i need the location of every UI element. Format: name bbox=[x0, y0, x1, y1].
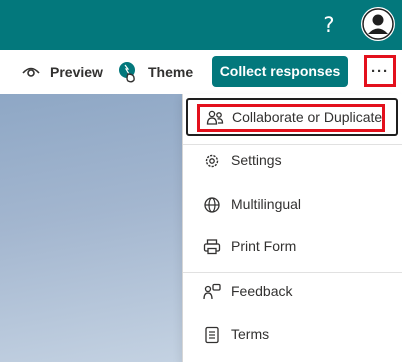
gear-icon bbox=[205, 154, 219, 168]
theme-label: Theme bbox=[148, 64, 194, 80]
user-avatar[interactable] bbox=[361, 7, 395, 41]
help-button[interactable]: ? bbox=[321, 12, 337, 38]
forms-editor: ? Preview Theme Collect responses ··· Co… bbox=[0, 0, 402, 362]
preview-button[interactable]: Preview bbox=[22, 50, 103, 94]
menu-item-feedback[interactable]: Feedback bbox=[183, 270, 402, 312]
theme-palette-icon bbox=[119, 62, 135, 83]
menu-item-print-form[interactable]: Print Form bbox=[183, 225, 402, 267]
form-background bbox=[0, 94, 182, 362]
menu-item-settings[interactable]: Settings bbox=[183, 139, 402, 181]
menu-item-label: Feedback bbox=[231, 283, 293, 299]
menu-item-label: Settings bbox=[231, 152, 282, 168]
theme-button[interactable]: Theme bbox=[118, 50, 193, 94]
feedback-icon bbox=[203, 283, 221, 300]
printer-icon bbox=[203, 239, 221, 255]
more-options-button[interactable]: ··· bbox=[364, 55, 396, 87]
highlight-box bbox=[197, 104, 385, 132]
menu-item-label: Multilingual bbox=[231, 196, 302, 212]
menu-item-multilingual[interactable]: Multilingual bbox=[183, 183, 402, 225]
menu-item-terms[interactable]: Terms bbox=[183, 313, 402, 355]
app-header: ? bbox=[0, 0, 402, 50]
collect-responses-button[interactable]: Collect responses bbox=[212, 56, 348, 87]
user-avatar-icon bbox=[362, 8, 394, 40]
eye-icon bbox=[22, 67, 40, 77]
menu-item-label: Print Form bbox=[231, 238, 297, 254]
document-icon bbox=[205, 326, 219, 344]
globe-icon bbox=[204, 197, 220, 213]
more-options-menu: Collaborate or Duplicate Settings Multil… bbox=[182, 94, 402, 362]
menu-item-label: Terms bbox=[231, 326, 270, 342]
preview-label: Preview bbox=[50, 64, 103, 80]
